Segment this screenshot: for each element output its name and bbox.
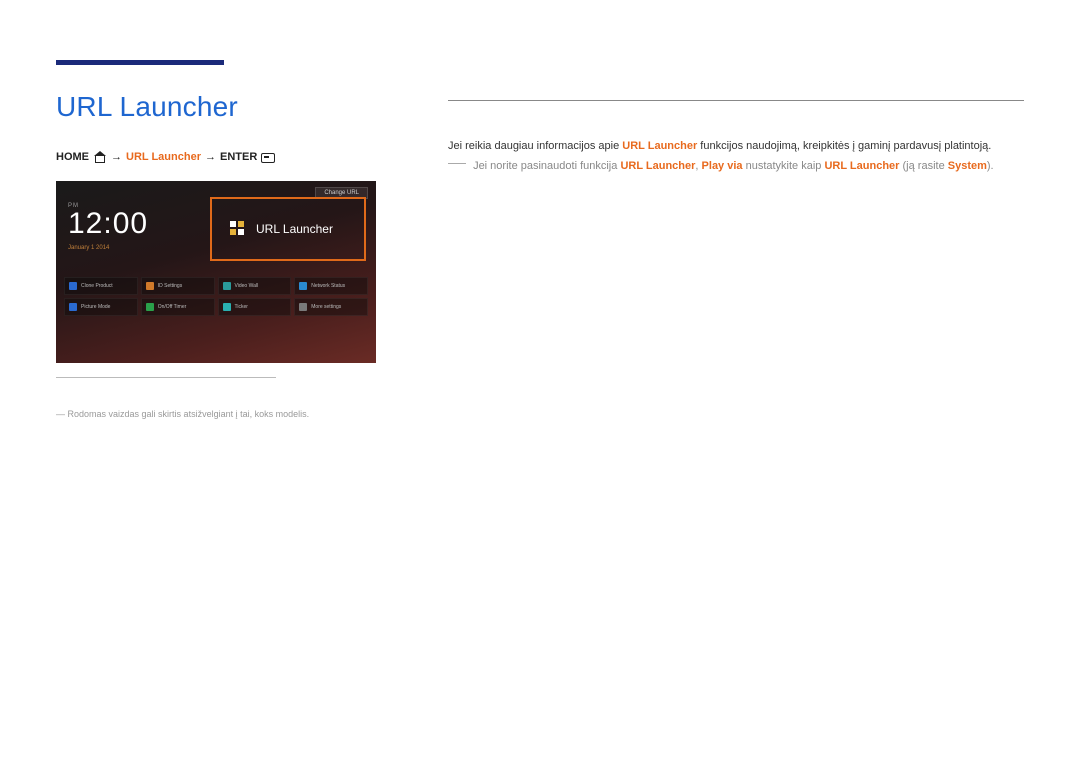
title-accent-bar	[56, 60, 224, 65]
tile-icon	[299, 282, 307, 290]
enter-icon	[261, 152, 275, 162]
url-launcher-tile: URL Launcher	[210, 197, 366, 261]
clock-time: 12:00	[68, 209, 148, 239]
section-rule	[448, 100, 1024, 101]
tile-label: ID Settings	[158, 283, 182, 289]
arrow-icon: →	[111, 151, 122, 163]
text: ).	[987, 160, 994, 172]
tile-label: More settings	[311, 304, 341, 310]
home-tile: Ticker	[218, 298, 292, 316]
footnote-divider	[56, 377, 276, 378]
url-launcher-label: URL Launcher	[256, 222, 333, 236]
info-line-1: Jei reikia daugiau informacijos apie URL…	[448, 137, 1024, 157]
tile-label: Picture Mode	[81, 304, 110, 310]
tile-icon	[299, 303, 307, 311]
text: nustatykite kaip	[743, 160, 825, 172]
clock-date: January 1 2014	[68, 245, 148, 251]
text: Jei reikia daugiau informacijos apie	[448, 140, 622, 152]
home-tile: On/Off Timer	[141, 298, 215, 316]
home-tile: More settings	[294, 298, 368, 316]
breadcrumb-home: HOME	[56, 151, 89, 163]
tile-icon	[146, 303, 154, 311]
clock-panel: PM 12:00 January 1 2014	[68, 203, 148, 251]
breadcrumb-enter: ENTER	[220, 151, 257, 163]
highlight: URL Launcher	[620, 160, 695, 172]
tile-icon	[223, 303, 231, 311]
home-tile: Network Status	[294, 277, 368, 295]
home-tile: Clone Product	[64, 277, 138, 295]
tile-label: Network Status	[311, 283, 345, 289]
home-icon	[93, 152, 107, 162]
product-screenshot: Change URL PM 12:00 January 1 2014 URL L…	[56, 181, 376, 363]
footnote-text: Rodomas vaizdas gali skirtis atsižvelgia…	[68, 409, 310, 419]
highlight: URL Launcher	[824, 160, 899, 172]
tile-icon	[146, 282, 154, 290]
arrow-icon: →	[205, 151, 216, 163]
grid-icon	[230, 221, 246, 237]
info-line-2: Jei norite pasinaudoti funkcija URL Laun…	[448, 157, 1024, 177]
text: (ją rasite	[899, 160, 947, 172]
home-tile: Video Wall	[218, 277, 292, 295]
highlight: Play via	[702, 160, 743, 172]
breadcrumb: HOME → URL Launcher → ENTER	[56, 151, 376, 163]
tile-label: Clone Product	[81, 283, 113, 289]
home-tile: ID Settings	[141, 277, 215, 295]
footnote: ― Rodomas vaizdas gali skirtis atsižvelg…	[56, 408, 376, 421]
highlight: System	[948, 160, 987, 172]
home-tiles-grid: Clone Product ID Settings Video Wall Networ…	[64, 277, 368, 316]
text: Jei norite pasinaudoti funkcija	[473, 160, 620, 172]
page-title: URL Launcher	[56, 91, 376, 123]
breadcrumb-item: URL Launcher	[126, 151, 201, 163]
tile-label: Video Wall	[235, 283, 259, 289]
tile-label: On/Off Timer	[158, 304, 187, 310]
highlight: URL Launcher	[622, 140, 697, 152]
tile-label: Ticker	[235, 304, 248, 310]
tile-icon	[223, 282, 231, 290]
tile-icon	[69, 303, 77, 311]
text: funkcijos naudojimą, kreipkitės į gaminį…	[697, 140, 991, 152]
tile-icon	[69, 282, 77, 290]
dash-icon	[448, 163, 466, 164]
home-tile: Picture Mode	[64, 298, 138, 316]
